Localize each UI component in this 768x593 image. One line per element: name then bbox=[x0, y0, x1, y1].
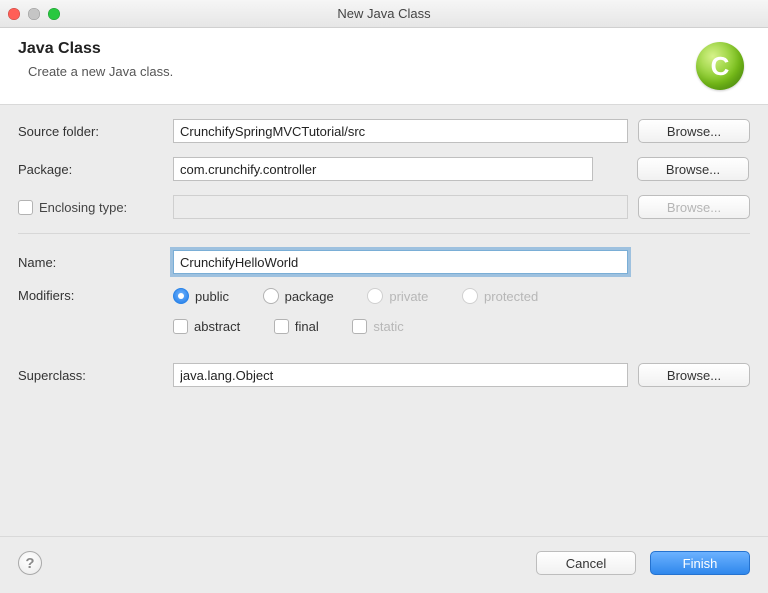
modifier-public-radio[interactable] bbox=[173, 288, 189, 304]
close-icon[interactable] bbox=[8, 8, 20, 20]
enclosing-type-input bbox=[173, 195, 628, 219]
modifier-final-option[interactable]: final bbox=[274, 319, 319, 334]
modifier-abstract-checkbox[interactable] bbox=[173, 319, 188, 334]
enclosing-type-checkbox[interactable] bbox=[18, 200, 33, 215]
source-folder-input[interactable] bbox=[173, 119, 628, 143]
minimize-icon[interactable] bbox=[28, 8, 40, 20]
modifiers-label: Modifiers: bbox=[18, 288, 163, 303]
window-controls bbox=[8, 8, 60, 20]
finish-button[interactable]: Finish bbox=[650, 551, 750, 575]
modifier-private-label: private bbox=[389, 289, 428, 304]
cancel-button[interactable]: Cancel bbox=[536, 551, 636, 575]
package-input[interactable] bbox=[173, 157, 593, 181]
window-title: New Java Class bbox=[0, 6, 768, 21]
source-folder-label: Source folder: bbox=[18, 124, 163, 139]
page-subtitle: Create a new Java class. bbox=[28, 64, 173, 79]
modifier-abstract-label: abstract bbox=[194, 319, 240, 334]
superclass-label: Superclass: bbox=[18, 368, 163, 383]
browse-enclosing-type-button: Browse... bbox=[638, 195, 750, 219]
package-label: Package: bbox=[18, 162, 163, 177]
name-input[interactable] bbox=[173, 250, 628, 274]
modifier-static-checkbox bbox=[352, 319, 367, 334]
modifier-abstract-option[interactable]: abstract bbox=[173, 319, 240, 334]
modifier-public-option[interactable]: public bbox=[173, 288, 229, 304]
page-title: Java Class bbox=[18, 40, 173, 58]
name-label: Name: bbox=[18, 255, 163, 270]
modifier-public-label: public bbox=[195, 289, 229, 304]
enclosing-type-label: Enclosing type: bbox=[39, 200, 127, 215]
browse-source-folder-button[interactable]: Browse... bbox=[638, 119, 750, 143]
modifier-static-label: static bbox=[373, 319, 403, 334]
modifier-protected-radio bbox=[462, 288, 478, 304]
divider bbox=[18, 233, 750, 234]
modifier-package-label: package bbox=[285, 289, 334, 304]
superclass-input[interactable] bbox=[173, 363, 628, 387]
browse-package-button[interactable]: Browse... bbox=[637, 157, 749, 181]
dialog-header: Java Class Create a new Java class. C bbox=[0, 28, 768, 105]
class-logo-icon: C bbox=[696, 42, 744, 90]
modifier-final-label: final bbox=[295, 319, 319, 334]
modifier-static-option: static bbox=[352, 319, 403, 334]
modifier-package-option[interactable]: package bbox=[263, 288, 334, 304]
help-icon[interactable]: ? bbox=[18, 551, 42, 575]
modifier-protected-option: protected bbox=[462, 288, 538, 304]
browse-superclass-button[interactable]: Browse... bbox=[638, 363, 750, 387]
zoom-icon[interactable] bbox=[48, 8, 60, 20]
titlebar: New Java Class bbox=[0, 0, 768, 28]
modifier-private-option: private bbox=[367, 288, 428, 304]
modifier-private-radio bbox=[367, 288, 383, 304]
modifier-protected-label: protected bbox=[484, 289, 538, 304]
modifier-final-checkbox[interactable] bbox=[274, 319, 289, 334]
modifier-package-radio[interactable] bbox=[263, 288, 279, 304]
